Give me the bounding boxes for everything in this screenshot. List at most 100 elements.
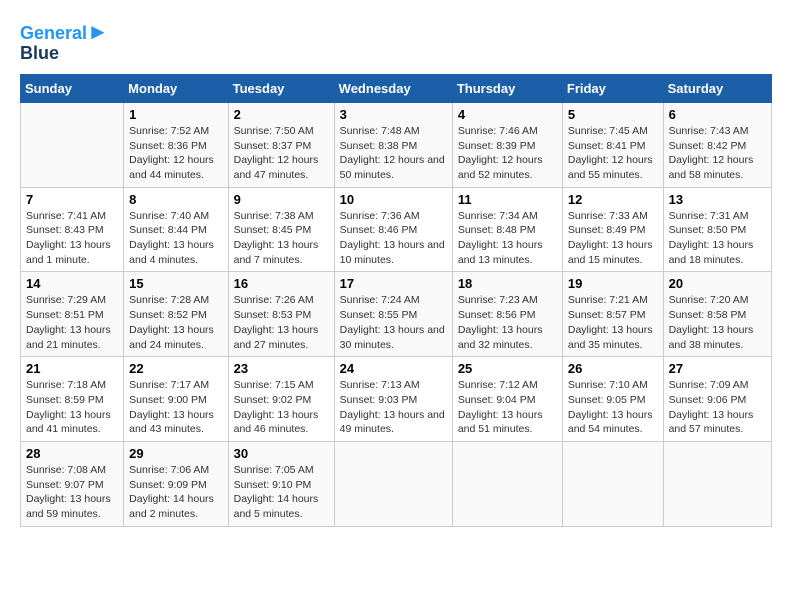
day-number: 4 <box>458 107 557 122</box>
calendar-cell: 26 Sunrise: 7:10 AMSunset: 9:05 PMDayligh… <box>562 357 663 442</box>
day-number: 24 <box>340 361 447 376</box>
day-number: 17 <box>340 276 447 291</box>
calendar-cell: 22Sunrise: 7:17 AMSunset: 9:00 PMDayligh… <box>124 357 228 442</box>
calendar-cell: 13 Sunrise: 7:31 AMSunset: 8:50 PMDayligh… <box>663 187 771 272</box>
day-info: Sunrise: 7:40 AMSunset: 8:44 PMDaylight:… <box>129 209 222 268</box>
week-row-4: 21 Sunrise: 7:18 AMSunset: 8:59 PMDayligh… <box>21 357 772 442</box>
day-number: 5 <box>568 107 658 122</box>
week-row-1: 1 Sunrise: 7:52 AMSunset: 8:36 PMDaylight… <box>21 102 772 187</box>
day-number: 25 <box>458 361 557 376</box>
day-info: Sunrise: 7:41 AMSunset: 8:43 PMDaylight:… <box>26 209 118 268</box>
day-number: 8 <box>129 192 222 207</box>
day-info: Sunrise: 7:10 AMSunset: 9:05 PMDaylight:… <box>568 378 658 437</box>
weekday-header-tuesday: Tuesday <box>228 74 334 102</box>
day-info: Sunrise: 7:36 AMSunset: 8:46 PMDaylight:… <box>340 209 447 268</box>
calendar-cell: 20 Sunrise: 7:20 AMSunset: 8:58 PMDayligh… <box>663 272 771 357</box>
calendar-cell: 5 Sunrise: 7:45 AMSunset: 8:41 PMDaylight… <box>562 102 663 187</box>
day-info: Sunrise: 7:06 AMSunset: 9:09 PMDaylight:… <box>129 463 222 522</box>
day-info: Sunrise: 7:28 AMSunset: 8:52 PMDaylight:… <box>129 293 222 352</box>
calendar-cell: 21 Sunrise: 7:18 AMSunset: 8:59 PMDayligh… <box>21 357 124 442</box>
day-number: 14 <box>26 276 118 291</box>
day-number: 3 <box>340 107 447 122</box>
day-info: Sunrise: 7:24 AMSunset: 8:55 PMDaylight:… <box>340 293 447 352</box>
page-header: General►Blue <box>20 20 772 64</box>
week-row-5: 28 Sunrise: 7:08 AMSunset: 9:07 PMDayligh… <box>21 441 772 526</box>
calendar-cell: 1 Sunrise: 7:52 AMSunset: 8:36 PMDaylight… <box>124 102 228 187</box>
day-info: Sunrise: 7:26 AMSunset: 8:53 PMDaylight:… <box>234 293 329 352</box>
weekday-header-row: SundayMondayTuesdayWednesdayThursdayFrid… <box>21 74 772 102</box>
day-info: Sunrise: 7:13 AMSunset: 9:03 PMDaylight:… <box>340 378 447 437</box>
calendar-cell: 6 Sunrise: 7:43 AMSunset: 8:42 PMDaylight… <box>663 102 771 187</box>
weekday-header-saturday: Saturday <box>663 74 771 102</box>
calendar-table: SundayMondayTuesdayWednesdayThursdayFrid… <box>20 74 772 527</box>
day-number: 15 <box>129 276 222 291</box>
day-info: Sunrise: 7:29 AMSunset: 8:51 PMDaylight:… <box>26 293 118 352</box>
calendar-cell: 8 Sunrise: 7:40 AMSunset: 8:44 PMDaylight… <box>124 187 228 272</box>
day-info: Sunrise: 7:45 AMSunset: 8:41 PMDaylight:… <box>568 124 658 183</box>
day-number: 21 <box>26 361 118 376</box>
day-info: Sunrise: 7:38 AMSunset: 8:45 PMDaylight:… <box>234 209 329 268</box>
calendar-cell: 19 Sunrise: 7:21 AMSunset: 8:57 PMDayligh… <box>562 272 663 357</box>
day-number: 11 <box>458 192 557 207</box>
calendar-cell: 15 Sunrise: 7:28 AMSunset: 8:52 PMDayligh… <box>124 272 228 357</box>
logo-text: General►Blue <box>20 20 109 64</box>
calendar-cell: 24 Sunrise: 7:13 AMSunset: 9:03 PMDayligh… <box>334 357 452 442</box>
calendar-cell: 27Sunrise: 7:09 AMSunset: 9:06 PMDayligh… <box>663 357 771 442</box>
day-number: 27 <box>669 361 766 376</box>
calendar-cell <box>21 102 124 187</box>
calendar-cell: 14 Sunrise: 7:29 AMSunset: 8:51 PMDayligh… <box>21 272 124 357</box>
day-number: 9 <box>234 192 329 207</box>
weekday-header-friday: Friday <box>562 74 663 102</box>
calendar-cell: 17 Sunrise: 7:24 AMSunset: 8:55 PMDayligh… <box>334 272 452 357</box>
calendar-cell <box>452 441 562 526</box>
calendar-cell: 29 Sunrise: 7:06 AMSunset: 9:09 PMDayligh… <box>124 441 228 526</box>
day-info: Sunrise: 7:12 AMSunset: 9:04 PMDaylight:… <box>458 378 557 437</box>
calendar-cell: 28 Sunrise: 7:08 AMSunset: 9:07 PMDayligh… <box>21 441 124 526</box>
day-number: 6 <box>669 107 766 122</box>
calendar-cell: 11 Sunrise: 7:34 AMSunset: 8:48 PMDayligh… <box>452 187 562 272</box>
calendar-cell: 2 Sunrise: 7:50 AMSunset: 8:37 PMDaylight… <box>228 102 334 187</box>
calendar-cell: 30 Sunrise: 7:05 AMSunset: 9:10 PMDayligh… <box>228 441 334 526</box>
day-info: Sunrise: 7:21 AMSunset: 8:57 PMDaylight:… <box>568 293 658 352</box>
day-info: Sunrise: 7:50 AMSunset: 8:37 PMDaylight:… <box>234 124 329 183</box>
day-number: 28 <box>26 446 118 461</box>
day-info: Sunrise: 7:20 AMSunset: 8:58 PMDaylight:… <box>669 293 766 352</box>
day-number: 19 <box>568 276 658 291</box>
day-info: Sunrise: 7:33 AMSunset: 8:49 PMDaylight:… <box>568 209 658 268</box>
day-number: 20 <box>669 276 766 291</box>
day-info: Sunrise: 7:43 AMSunset: 8:42 PMDaylight:… <box>669 124 766 183</box>
day-info: Sunrise: 7:15 AMSunset: 9:02 PMDaylight:… <box>234 378 329 437</box>
day-info: Sunrise: 7:17 AMSunset: 9:00 PMDaylight:… <box>129 378 222 437</box>
day-number: 13 <box>669 192 766 207</box>
day-info: Sunrise: 7:05 AMSunset: 9:10 PMDaylight:… <box>234 463 329 522</box>
day-number: 18 <box>458 276 557 291</box>
week-row-3: 14 Sunrise: 7:29 AMSunset: 8:51 PMDayligh… <box>21 272 772 357</box>
day-info: Sunrise: 7:18 AMSunset: 8:59 PMDaylight:… <box>26 378 118 437</box>
calendar-cell: 23Sunrise: 7:15 AMSunset: 9:02 PMDayligh… <box>228 357 334 442</box>
calendar-cell: 16 Sunrise: 7:26 AMSunset: 8:53 PMDayligh… <box>228 272 334 357</box>
day-number: 10 <box>340 192 447 207</box>
day-number: 7 <box>26 192 118 207</box>
day-info: Sunrise: 7:23 AMSunset: 8:56 PMDaylight:… <box>458 293 557 352</box>
day-info: Sunrise: 7:08 AMSunset: 9:07 PMDaylight:… <box>26 463 118 522</box>
day-number: 16 <box>234 276 329 291</box>
day-number: 26 <box>568 361 658 376</box>
calendar-cell: 7 Sunrise: 7:41 AMSunset: 8:43 PMDaylight… <box>21 187 124 272</box>
day-number: 2 <box>234 107 329 122</box>
day-number: 29 <box>129 446 222 461</box>
calendar-cell <box>334 441 452 526</box>
calendar-cell <box>562 441 663 526</box>
calendar-cell: 3Sunrise: 7:48 AMSunset: 8:38 PMDaylight… <box>334 102 452 187</box>
day-info: Sunrise: 7:34 AMSunset: 8:48 PMDaylight:… <box>458 209 557 268</box>
calendar-cell: 12Sunrise: 7:33 AMSunset: 8:49 PMDayligh… <box>562 187 663 272</box>
weekday-header-thursday: Thursday <box>452 74 562 102</box>
day-info: Sunrise: 7:52 AMSunset: 8:36 PMDaylight:… <box>129 124 222 183</box>
weekday-header-wednesday: Wednesday <box>334 74 452 102</box>
calendar-cell: 9 Sunrise: 7:38 AMSunset: 8:45 PMDaylight… <box>228 187 334 272</box>
weekday-header-sunday: Sunday <box>21 74 124 102</box>
day-number: 1 <box>129 107 222 122</box>
day-info: Sunrise: 7:31 AMSunset: 8:50 PMDaylight:… <box>669 209 766 268</box>
calendar-cell: 25 Sunrise: 7:12 AMSunset: 9:04 PMDayligh… <box>452 357 562 442</box>
day-number: 30 <box>234 446 329 461</box>
calendar-cell <box>663 441 771 526</box>
